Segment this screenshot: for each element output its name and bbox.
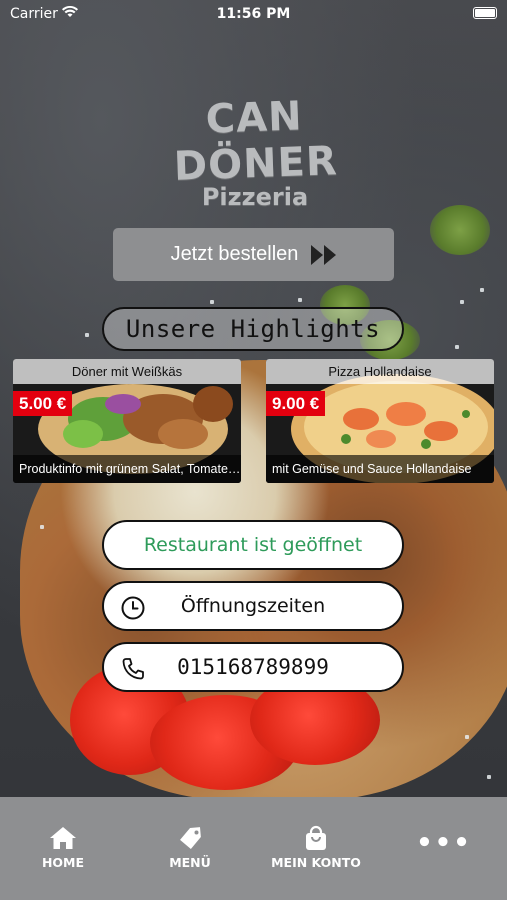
order-now-button[interactable]: Jetzt bestellen [113,228,394,281]
highlights-title: Unsere Highlights [125,315,381,343]
tab-home[interactable]: HOME [13,825,113,870]
clock-time: 11:56 PM [216,6,291,22]
tab-menu-label: MENÜ [169,855,211,870]
highlights-heading: Unsere Highlights [102,307,404,351]
product-title: Döner mit Weißkäs [13,359,241,384]
product-info: mit Gemüse und Sauce Hollandaise [266,455,494,483]
opening-hours-label: Öffnungszeiten [180,595,326,617]
logo-brand: CAN DÖNER [173,93,339,190]
price-badge: 9.00 € [266,391,326,416]
open-status-label: Restaurant ist geöffnet [143,534,363,556]
restaurant-open-status[interactable]: Restaurant ist geöffnet [102,520,404,570]
phone-number-label: 015168789899 [177,655,329,679]
opening-hours-button[interactable]: Öffnungszeiten [102,581,404,631]
more-icon: ••• [416,828,472,858]
product-title: Pizza Hollandaise [266,359,494,384]
tab-menu[interactable]: MENÜ [140,825,240,870]
tag-icon [180,827,201,849]
herb-garnish [430,205,490,255]
price-badge: 5.00 € [13,391,73,416]
product-card-pizza[interactable]: Pizza Hollandaise 9.00 € mit Gemüse und … [266,359,494,483]
order-now-label: Jetzt bestellen [170,243,299,265]
product-info: Produktinfo mit grünem Salat, Tomaten... [13,455,241,483]
status-bar: Carrier 11:56 PM [0,0,507,28]
battery-icon [473,7,497,19]
home-icon [50,827,76,849]
tab-my-account[interactable]: MEIN KONTO [266,825,366,870]
clock-icon [121,596,145,620]
product-card-doner[interactable]: Döner mit Weißkäs 5.00 € Produktinfo mit… [13,359,241,483]
shopping-bag-icon [306,825,326,850]
tab-more[interactable]: ••• [394,830,494,856]
phone-icon [122,658,144,680]
phone-call-button[interactable]: 015168789899 [102,642,404,692]
tab-my-account-label: MEIN KONTO [271,855,361,870]
double-chevron-right-icon [311,244,337,265]
bottom-tab-bar: HOME MENÜ MEIN KONTO ••• [0,797,507,900]
tab-home-label: HOME [41,855,85,870]
restaurant-logo: CAN DÖNER Pizzeria [130,93,380,211]
